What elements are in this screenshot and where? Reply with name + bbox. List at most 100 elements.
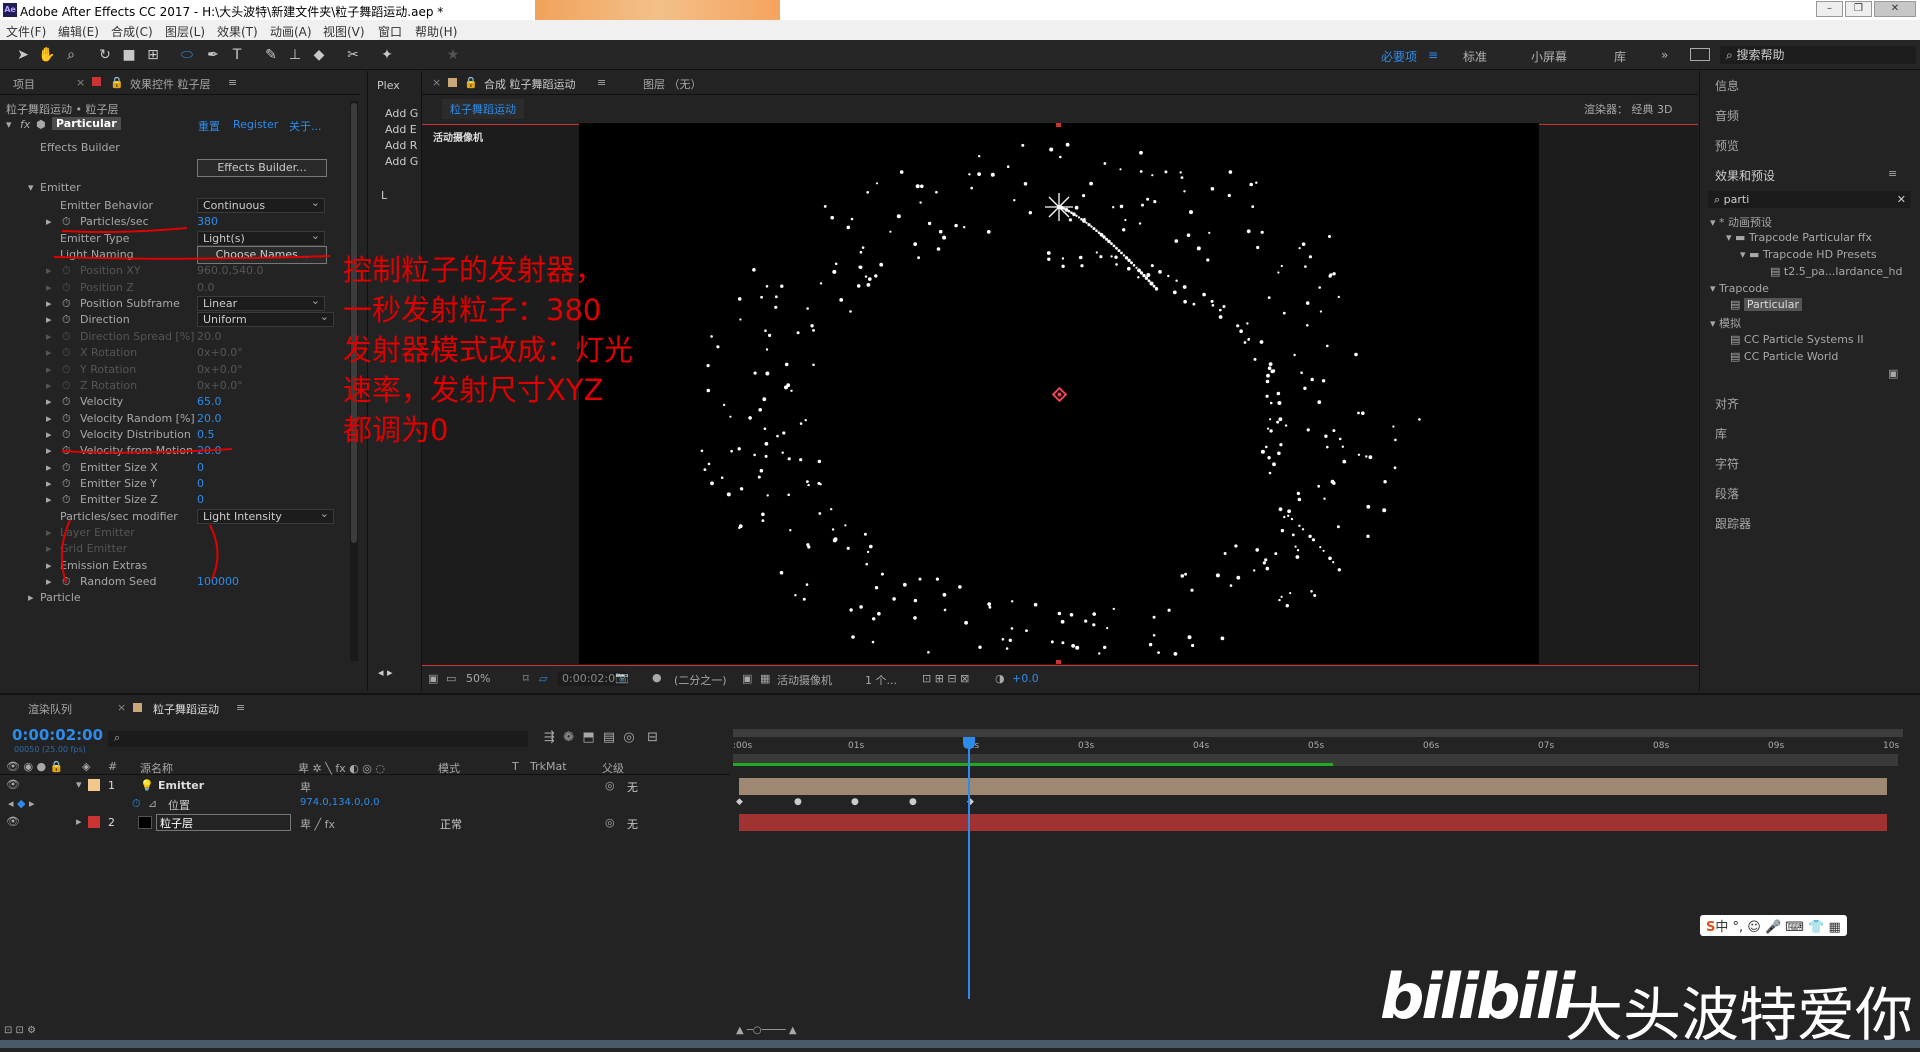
comp-lock-icon[interactable]: 🔒 xyxy=(464,76,478,89)
search-sync-icon[interactable] xyxy=(1690,48,1710,61)
workspace-menu-icon[interactable]: ≡ xyxy=(1428,48,1438,62)
timeline-bottom-icons[interactable]: ⊡ ⊡ ⚙ xyxy=(4,1025,36,1036)
hand-tool-icon[interactable]: ✋ xyxy=(38,46,56,64)
blend-mode-dropdown[interactable]: 正常 xyxy=(440,816,462,832)
preview-panel[interactable]: 预览 xyxy=(1715,137,1739,154)
tree-animation-presets[interactable]: ▾ * 动画预设 xyxy=(1710,214,1772,230)
puppet-tool-icon[interactable]: ✦ xyxy=(378,46,396,64)
roi-icon[interactable]: ▣ xyxy=(742,672,752,685)
view-options-icons[interactable]: ⊡ ⊞ ⊟ ⊠ xyxy=(922,672,969,685)
layer-row-emitter[interactable]: 👁 ▾ 1 💡 Emitter 卑 ◎ 无 xyxy=(0,777,730,795)
selection-tool-icon[interactable]: ➤ xyxy=(14,46,32,64)
workspace-libraries[interactable]: 库 xyxy=(1614,48,1626,65)
workspace-small-screen[interactable]: 小屏幕 xyxy=(1531,48,1567,65)
plex-add-r[interactable]: Add R xyxy=(385,139,417,152)
close-timeline-tab-icon[interactable]: × xyxy=(117,701,126,714)
keyframe-2[interactable]: ● xyxy=(794,797,802,807)
visibility-icon[interactable]: 👁 xyxy=(6,815,20,828)
layer-twirl-icon[interactable]: ▸ xyxy=(76,815,82,828)
workspace-essentials[interactable]: 必要项 xyxy=(1381,48,1417,65)
libraries-panel[interactable]: 库 xyxy=(1715,425,1727,442)
layer-name[interactable]: Emitter xyxy=(158,779,204,792)
new-folder-icon[interactable]: ▣ xyxy=(1888,367,1898,380)
time-graph[interactable]: :00s01s02s03s04s05s06s07s08s09s10s ◆ ● ●… xyxy=(733,729,1903,999)
clear-search-icon[interactable]: ✕ xyxy=(1897,191,1906,208)
minimize-button[interactable]: – xyxy=(1816,1,1843,17)
camera-tool-icon[interactable]: ■ xyxy=(120,46,138,64)
workspace-standard[interactable]: 标准 xyxy=(1463,48,1487,65)
timeline-switches-icons[interactable]: ⇶ ❁ ⬒ ▤ ◎ ⊟ xyxy=(544,730,658,745)
shy-icon[interactable]: 卑 xyxy=(300,779,311,795)
ime-toolbar[interactable]: S中 °, ☺ 🎤 ⌨ 👕 ▦ xyxy=(1700,915,1847,936)
layer-switches-icons[interactable]: 卑 ╱ fx xyxy=(300,816,335,832)
ellipse-tool-icon[interactable]: ⬭ xyxy=(178,46,196,64)
position-property-row[interactable]: ◂ ◆ ▸ ⏱ ⊿ 位置 974.0,134.0,0.0 xyxy=(0,795,730,813)
tree-cc-particle-world[interactable]: ▤ CC Particle World xyxy=(1730,350,1838,363)
work-area-bar[interactable] xyxy=(733,729,1903,737)
plex-l[interactable]: L xyxy=(381,189,387,202)
keyframe-3[interactable]: ● xyxy=(851,797,859,807)
timeline-menu-icon[interactable]: ≡ xyxy=(236,701,245,714)
camera-dropdown[interactable]: 活动摄像机 xyxy=(777,672,832,688)
more-workspaces-icon[interactable]: » xyxy=(1661,48,1668,62)
menu-window[interactable]: 窗口 xyxy=(378,23,402,40)
plex-add-e[interactable]: Add E xyxy=(385,123,417,136)
keyframe-1[interactable]: ◆ xyxy=(736,797,743,807)
visibility-icon[interactable]: 👁 xyxy=(6,778,20,791)
tree-preset-file[interactable]: ▤ t2.5_pa...lardance_hd xyxy=(1770,265,1903,278)
menu-edit[interactable]: 编辑(E) xyxy=(58,23,99,40)
tab-timeline-comp[interactable]: 粒子舞蹈运动 xyxy=(153,701,219,717)
audio-panel[interactable]: 音频 xyxy=(1715,107,1739,124)
transparency-grid-icon[interactable]: ▦ xyxy=(760,672,770,685)
plex-nav-icon[interactable]: ◂ ▸ xyxy=(378,666,393,679)
effects-search-input[interactable]: ⌕ parti ✕ xyxy=(1708,191,1910,208)
fit-icon[interactable]: ⌑ xyxy=(523,672,529,685)
effects-presets-menu-icon[interactable]: ≡ xyxy=(1888,167,1897,180)
plex-add-g2[interactable]: Add G xyxy=(385,155,418,168)
layer-search-input[interactable]: ⌕ xyxy=(108,731,528,747)
align-panel[interactable]: 对齐 xyxy=(1715,395,1739,412)
playhead[interactable] xyxy=(968,737,970,999)
playhead-handle[interactable] xyxy=(963,737,975,749)
zoom-dropdown[interactable]: 50% xyxy=(466,672,520,685)
graph-icon[interactable]: ⊿ xyxy=(148,797,157,810)
comp-menu-icon[interactable]: ≡ xyxy=(597,76,606,89)
position-value[interactable]: 974.0,134.0,0.0 xyxy=(300,797,380,808)
brush-tool-icon[interactable]: ✎ xyxy=(262,46,280,64)
tree-trapcode[interactable]: ▾ Trapcode xyxy=(1710,282,1769,295)
layer-label-color[interactable] xyxy=(88,816,100,828)
tree-trapcode-hd-presets[interactable]: ▾ ▬ Trapcode HD Presets xyxy=(1740,248,1877,261)
monitor-icon[interactable]: ▭ xyxy=(446,672,456,685)
exposure-value[interactable]: +0.0 xyxy=(1012,672,1039,685)
plex-add-g[interactable]: Add G xyxy=(385,107,418,120)
timeline-timecode[interactable]: 0:00:02:00 xyxy=(12,726,103,744)
info-panel[interactable]: 信息 xyxy=(1715,77,1739,94)
menu-effect[interactable]: 效果(T) xyxy=(217,23,258,40)
menu-help[interactable]: 帮助(H) xyxy=(415,23,457,40)
parent-dropdown[interactable]: 无 xyxy=(627,816,638,832)
always-preview-icon[interactable]: ▣ xyxy=(428,672,438,685)
snapshot-icon[interactable]: 📷 xyxy=(615,671,629,684)
emitter-layer-bar[interactable] xyxy=(739,778,1887,795)
keyframe-nav-icon[interactable]: ◂ ◆ ▸ xyxy=(8,797,35,810)
menu-layer[interactable]: 图层(L) xyxy=(165,23,205,40)
pan-behind-tool-icon[interactable]: ⊞ xyxy=(144,46,162,64)
tree-trapcode-particular-ffx[interactable]: ▾ ▬ Trapcode Particular ffx xyxy=(1726,231,1872,244)
paragraph-panel[interactable]: 段落 xyxy=(1715,485,1739,502)
tab-layer[interactable]: 图层 （无） xyxy=(643,76,702,92)
roto-brush-icon[interactable]: ✂ xyxy=(344,46,362,64)
exposure-icon[interactable]: ◑ xyxy=(995,672,1005,685)
source-name-header[interactable]: 源名称 xyxy=(140,760,173,776)
tracker-panel[interactable]: 跟踪器 xyxy=(1715,515,1751,532)
type-tool-icon[interactable]: T xyxy=(228,46,246,64)
effects-presets-title[interactable]: 效果和预设 xyxy=(1715,167,1775,184)
zoom-tool-icon[interactable]: ⌕ xyxy=(62,46,80,64)
maximize-button[interactable]: ❐ xyxy=(1845,1,1872,17)
pickwhip-icon[interactable]: ◎ xyxy=(605,816,615,829)
tree-simulation[interactable]: ▾ 模拟 xyxy=(1710,315,1741,331)
comp-breadcrumb[interactable]: 粒子舞蹈运动 xyxy=(442,99,524,119)
pickwhip-icon[interactable]: ◎ xyxy=(605,779,615,792)
menu-file[interactable]: 文件(F) xyxy=(6,23,46,40)
character-panel[interactable]: 字符 xyxy=(1715,455,1739,472)
clone-tool-icon[interactable]: ⊥ xyxy=(286,46,304,64)
